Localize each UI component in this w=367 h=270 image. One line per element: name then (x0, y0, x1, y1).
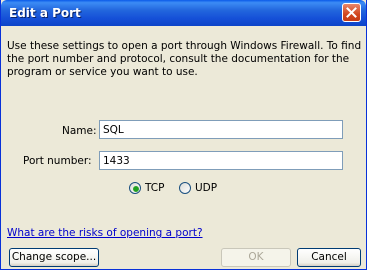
name-field[interactable]: SQL (99, 120, 343, 139)
ok-button[interactable]: OK (221, 248, 291, 267)
title-bar[interactable]: Edit a Port (1, 0, 366, 26)
radio-circle (179, 182, 191, 194)
change-scope-button[interactable]: Change scope... (9, 248, 99, 267)
close-button[interactable] (342, 3, 361, 22)
radio-tcp-label: TCP (145, 182, 165, 194)
name-label: Name: (62, 125, 97, 137)
port-number-field[interactable]: 1433 (99, 151, 343, 170)
radio-udp-label: UDP (195, 182, 218, 194)
description-text: Use these settings to open a port throug… (7, 40, 362, 78)
risks-help-link[interactable]: What are the risks of opening a port? (7, 227, 203, 239)
port-number-label: Port number: (23, 155, 92, 167)
dialog-title: Edit a Port (9, 6, 81, 20)
edit-port-dialog: Edit a Port Use these settings to open a… (0, 0, 367, 270)
radio-circle (129, 182, 141, 194)
radio-selected-dot (133, 186, 139, 192)
close-icon (346, 7, 357, 18)
cancel-button[interactable]: Cancel (297, 248, 361, 267)
